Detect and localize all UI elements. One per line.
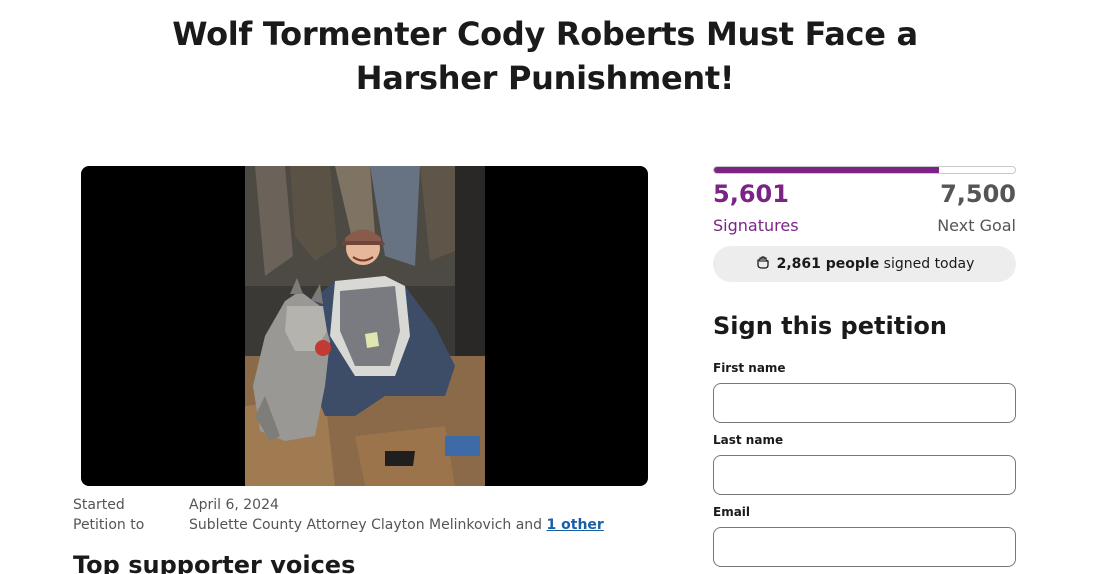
email-label: Email	[713, 505, 751, 519]
signatures-label: Signatures	[713, 216, 799, 235]
supporter-voices-heading: Top supporter voices	[73, 551, 356, 574]
started-row: Started April 6, 2024	[73, 495, 604, 515]
signed-today-badge: 2,861 people signed today	[713, 246, 1016, 282]
petition-to-target: Sublette County Attorney Clayton Melinko…	[189, 517, 547, 533]
signed-today-count: 2,861 people	[776, 256, 880, 272]
petition-media[interactable]	[81, 166, 648, 486]
started-date: April 6, 2024	[189, 497, 279, 513]
other-targets-link[interactable]: 1 other	[547, 517, 604, 533]
first-name-field[interactable]	[713, 383, 1016, 423]
first-name-label: First name	[713, 361, 786, 375]
signed-today-text: signed today	[883, 256, 975, 272]
last-name-label: Last name	[713, 433, 784, 447]
petition-to-label: Petition to	[73, 517, 145, 533]
signature-progress-fill	[714, 167, 939, 173]
last-name-field[interactable]	[713, 455, 1016, 495]
fist-icon	[755, 254, 771, 274]
email-field[interactable]	[713, 527, 1016, 567]
petition-meta: Started April 6, 2024 Petition to Sublet…	[73, 495, 604, 535]
signature-count: 5,601	[713, 180, 789, 208]
goal-label: Next Goal	[937, 216, 1016, 235]
started-label: Started	[73, 497, 125, 513]
signature-progress-bar	[713, 166, 1016, 174]
page-title: Wolf Tormenter Cody Roberts Must Face a …	[172, 15, 918, 97]
petition-to-row: Petition to Sublette County Attorney Cla…	[73, 515, 604, 535]
petition-photo	[245, 166, 485, 486]
sign-petition-heading: Sign this petition	[713, 312, 947, 340]
goal-count: 7,500	[940, 180, 1016, 208]
